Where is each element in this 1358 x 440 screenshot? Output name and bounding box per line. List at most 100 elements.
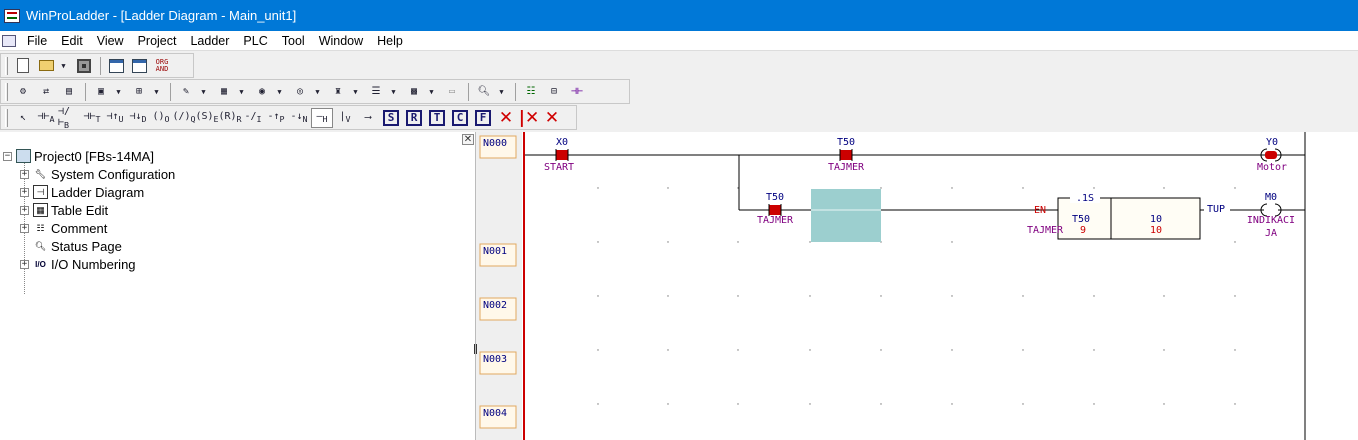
right-arrow-button[interactable]: ⟶ (357, 108, 379, 128)
delete-vertical-button[interactable]: |✕ (518, 108, 540, 128)
find-dropdown-button[interactable]: ▼ (496, 82, 507, 102)
plc-link-button[interactable]: ⇄ (35, 82, 57, 102)
ladder-canvas[interactable]: N000 N001 N002 N003 N004 X0 START T50 TA… (478, 132, 1358, 440)
winproladder-icon[interactable] (4, 8, 20, 23)
project-window-button[interactable] (105, 56, 127, 76)
edit-button[interactable]: ✎ (175, 82, 197, 102)
mode-button[interactable]: ⊞ (128, 82, 150, 102)
comment-view-icon: ☷ (526, 86, 536, 97)
coil-r-button[interactable]: (R)R (218, 108, 241, 128)
vertical-line-button[interactable]: |V (334, 108, 356, 128)
tree-item-ladder-diagram[interactable]: + ⊣ Ladder Diagram (20, 183, 144, 201)
reset-box-button[interactable]: R (403, 108, 425, 128)
force-dropdown-button[interactable]: ▼ (312, 82, 323, 102)
contact-b-button[interactable]: ⊣/⊢B (58, 106, 80, 130)
menu-window[interactable]: Window (312, 31, 370, 51)
project-window-icon (108, 58, 124, 73)
tree-item-system-configuration[interactable]: + 🔧︎ System Configuration (20, 165, 175, 183)
menu-ladder[interactable]: Ladder (183, 31, 236, 51)
splitter-handle[interactable] (474, 344, 477, 354)
tree-item-status-page[interactable]: 🔍︎ Status Page (33, 237, 122, 255)
tree-item-table-edit[interactable]: + ▦ Table Edit (20, 201, 108, 219)
coil-q-button[interactable]: (/)Q (172, 108, 195, 128)
select-button[interactable]: ↖ (12, 108, 34, 128)
timer-box-button[interactable]: T (426, 108, 448, 128)
disabled-button[interactable]: ▭ (441, 82, 463, 102)
contact-u-button[interactable]: ⊣↑U (104, 108, 126, 128)
register-dropdown-button[interactable]: ▼ (236, 82, 247, 102)
toolbar-grip[interactable] (5, 82, 8, 101)
collapse-icon[interactable]: − (3, 151, 12, 161)
menu-tool[interactable]: Tool (275, 31, 312, 51)
toolbar-grip[interactable] (5, 108, 8, 127)
ladder-diagram-icon: ⊣ (33, 185, 48, 199)
chevron-down-icon: ▼ (429, 87, 434, 96)
save-button[interactable] (73, 56, 95, 76)
org-and-button[interactable]: ORG AND (151, 56, 173, 76)
edit-cursor[interactable] (811, 189, 881, 242)
list-icon: ☰ (371, 86, 381, 97)
contact-t50-branch[interactable]: T50 TAJMER (757, 192, 794, 226)
contact-t-button[interactable]: ⊣⊢T (81, 108, 103, 128)
status-button[interactable]: ◉ (251, 82, 273, 102)
function-box-button[interactable]: F (472, 108, 494, 128)
menu-view[interactable]: View (90, 31, 131, 51)
coil-e-button[interactable]: (S)E (195, 108, 218, 128)
coil-o-button[interactable]: ()O (150, 108, 172, 128)
ladder-diagram-editor[interactable]: N000 N001 N002 N003 N004 X0 START T50 TA… (478, 132, 1358, 440)
pulse-up-icon: -↑P (267, 111, 285, 124)
ladder-window-button[interactable] (128, 56, 150, 76)
plc-connect-button[interactable]: ⚙ (12, 82, 34, 102)
new-file-button[interactable] (12, 56, 34, 76)
list-button[interactable]: ☰ (365, 82, 387, 102)
table-button[interactable]: ▩ (403, 82, 425, 102)
document-icon[interactable] (2, 34, 16, 47)
expand-icon[interactable]: + (20, 223, 29, 233)
contact-a-button[interactable]: ⊣⊢A (35, 108, 57, 128)
horizontal-line-button[interactable]: —H (311, 107, 333, 128)
delete-button[interactable]: ✕ (495, 108, 517, 128)
comment-view-button[interactable]: ☷ (520, 82, 542, 102)
expand-icon[interactable]: + (20, 187, 29, 197)
force-button[interactable]: ◎ (289, 82, 311, 102)
element-dropdown-button[interactable]: ▼ (350, 82, 361, 102)
contact-d-button[interactable]: ⊣↓D (127, 108, 149, 128)
mode-dropdown-button[interactable]: ▼ (151, 82, 162, 102)
run-button[interactable]: ▣ (90, 82, 112, 102)
element-button[interactable]: ♜ (327, 82, 349, 102)
table-dropdown-button[interactable]: ▼ (426, 82, 437, 102)
expand-icon[interactable]: + (20, 259, 29, 269)
address-view-button[interactable]: ⊟ (543, 82, 565, 102)
tree-item-comment[interactable]: + ☷ Comment (20, 219, 107, 237)
tree-root[interactable]: − Project0 [FBs-14MA] (3, 147, 154, 165)
pulse-n-button[interactable]: -↓N (288, 108, 310, 128)
status-dropdown-button[interactable]: ▼ (274, 82, 285, 102)
menu-plc[interactable]: PLC (236, 31, 274, 51)
set-box-button[interactable]: S (380, 108, 402, 128)
close-icon[interactable]: ✕ (462, 134, 474, 145)
open-file-button[interactable] (35, 56, 57, 76)
delete-horizontal-button[interactable]: ✕ (541, 108, 563, 128)
open-dropdown-button[interactable]: ▼ (58, 56, 69, 76)
register-button[interactable]: ▦ (213, 82, 235, 102)
counter-box-button[interactable]: C (449, 108, 471, 128)
run-dropdown-button[interactable]: ▼ (113, 82, 124, 102)
expand-icon[interactable]: + (20, 205, 29, 215)
find-button[interactable]: 🔍︎ (473, 82, 495, 102)
coil-m0[interactable]: M0 INDIKACI JA (1247, 192, 1295, 239)
timer-block[interactable]: EN .1S T50 9 10 10 TAJMER TUP (1027, 192, 1225, 240)
menu-file[interactable]: File (20, 31, 54, 51)
list-dropdown-button[interactable]: ▼ (388, 82, 399, 102)
contact-t50-top-comment: TAJMER (828, 162, 865, 173)
pulse-p-button[interactable]: -↑P (265, 108, 287, 128)
contact-help-button[interactable]: ⊣⊢ (566, 82, 588, 102)
toolbar-grip[interactable] (5, 56, 8, 75)
invert-i-button[interactable]: -/I (242, 108, 264, 128)
expand-icon[interactable]: + (20, 169, 29, 179)
plc-monitor-button[interactable]: ▤ (58, 82, 80, 102)
menu-edit[interactable]: Edit (54, 31, 90, 51)
menu-help[interactable]: Help (370, 31, 410, 51)
menu-project[interactable]: Project (131, 31, 184, 51)
tree-item-io-numbering[interactable]: + I/O I/O Numbering (20, 255, 136, 273)
edit-dropdown-button[interactable]: ▼ (198, 82, 209, 102)
